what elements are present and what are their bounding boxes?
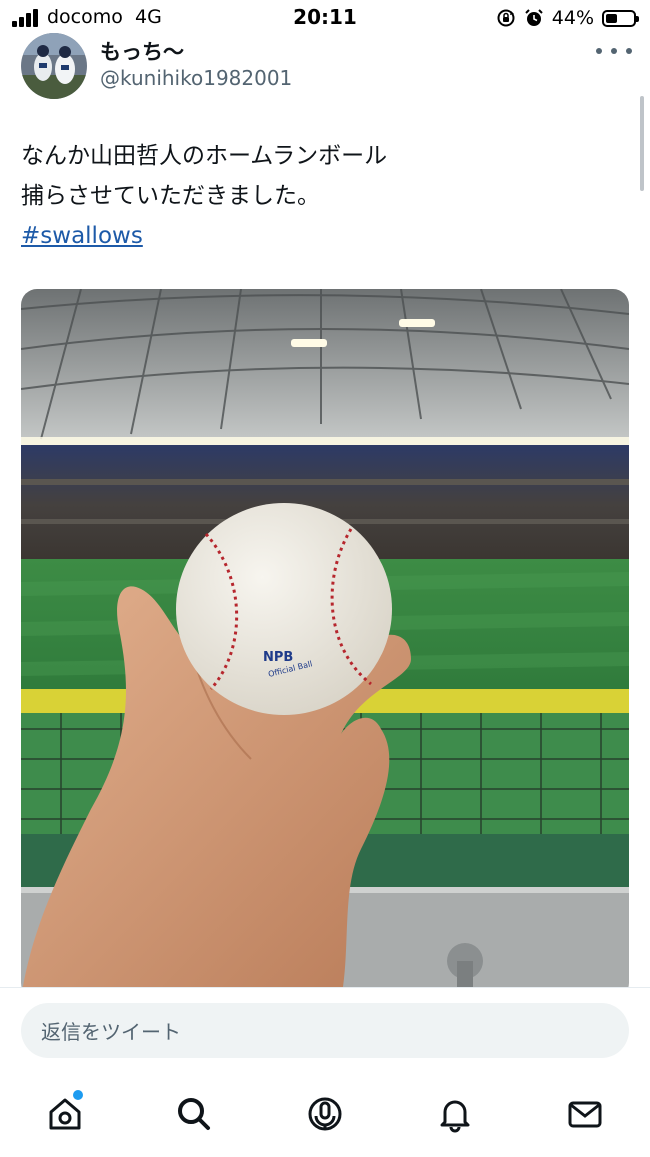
messages-icon xyxy=(568,1101,602,1128)
reply-input[interactable]: 返信をツイート xyxy=(21,1003,629,1058)
spaces-tab[interactable] xyxy=(303,1092,347,1136)
tweet-text-line-1: なんか山田哲人のホームランボール xyxy=(21,143,388,169)
ball-npb-label: NPB xyxy=(263,650,293,665)
tweet-text-line-2: 捕らさせていただきました。 xyxy=(21,183,320,209)
battery-fill xyxy=(606,13,618,23)
status-right-group: 44% xyxy=(496,6,639,30)
spaces-icon xyxy=(308,1097,342,1131)
battery-icon xyxy=(602,9,639,27)
reply-area: 返信をツイート xyxy=(0,987,650,1157)
baseball-stadium-photo: NPB Official Ball xyxy=(21,289,629,999)
alarm-icon xyxy=(525,9,543,26)
battery-percent: 44% xyxy=(551,7,594,29)
search-tab[interactable] xyxy=(172,1092,216,1136)
author-handle[interactable]: @kunihiko1982001 xyxy=(100,66,292,90)
avatar-image xyxy=(21,33,87,99)
search-icon xyxy=(178,1098,210,1130)
home-notification-dot xyxy=(73,1090,83,1100)
tweet-text: なんか山田哲人のホームランボール 捕らさせていただきました。 #swallows xyxy=(21,136,621,256)
more-options-icon[interactable] xyxy=(596,40,632,62)
author-name[interactable]: もっち〜 xyxy=(100,36,184,66)
reply-placeholder: 返信をツイート xyxy=(41,1020,181,1044)
notifications-tab[interactable] xyxy=(433,1092,477,1136)
home-tab[interactable] xyxy=(43,1090,87,1136)
hashtag-link[interactable]: #swallows xyxy=(21,223,143,249)
avatar[interactable] xyxy=(21,33,87,99)
rotation-lock-icon xyxy=(497,9,515,27)
scrollbar[interactable] xyxy=(640,96,644,191)
home-icon xyxy=(49,1098,81,1130)
status-bar: docomo 4G 20:11 44% xyxy=(0,0,650,36)
notifications-icon xyxy=(440,1100,470,1133)
messages-tab[interactable] xyxy=(563,1092,607,1136)
bottom-tab-bar xyxy=(0,1090,650,1142)
tweet-photo[interactable]: NPB Official Ball xyxy=(21,289,629,999)
